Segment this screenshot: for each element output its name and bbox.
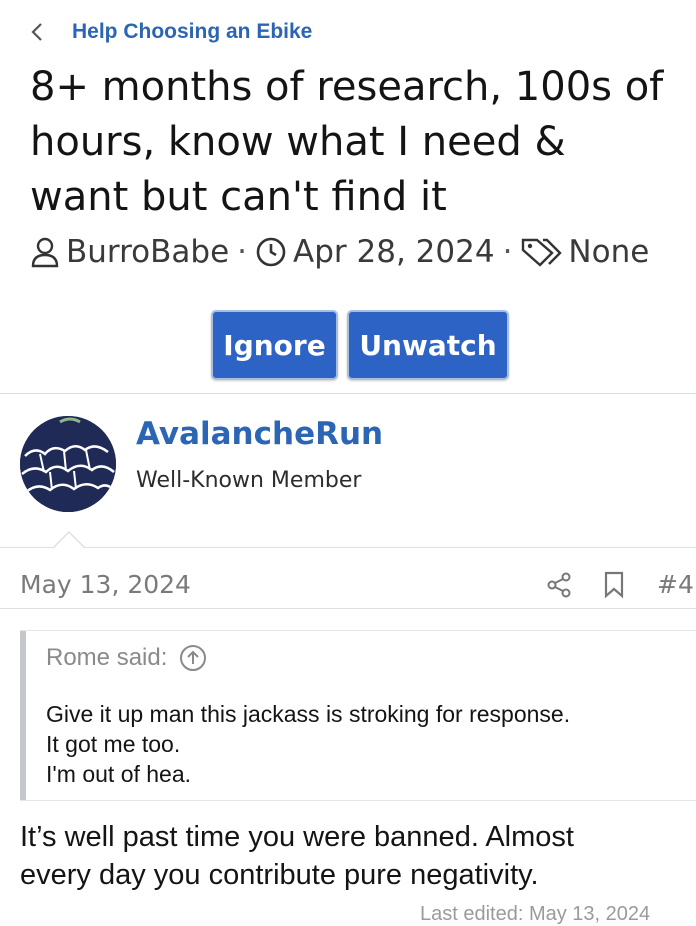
quote-border bbox=[20, 800, 696, 801]
message-arrow-fill bbox=[53, 533, 85, 549]
post-number[interactable]: #41 bbox=[657, 570, 696, 599]
quote-attribution[interactable]: Rome said: bbox=[46, 644, 207, 672]
divider bbox=[0, 393, 696, 394]
unwatch-button[interactable]: Unwatch bbox=[347, 310, 509, 380]
clock-icon bbox=[255, 236, 287, 268]
post-body: It’s well past time you were banned. Alm… bbox=[20, 818, 680, 894]
breadcrumb[interactable]: Help Choosing an Ebike bbox=[30, 18, 312, 46]
meta-separator: · bbox=[502, 234, 513, 270]
quote-text: Give it up man this jackass is stroking … bbox=[46, 699, 570, 789]
user-icon bbox=[30, 236, 60, 268]
quote-line: It got me too. bbox=[46, 731, 181, 757]
breadcrumb-link[interactable]: Help Choosing an Ebike bbox=[72, 20, 312, 44]
arrow-up-circle-icon[interactable] bbox=[179, 644, 207, 672]
quote-line: Give it up man this jackass is stroking … bbox=[46, 701, 571, 727]
thread-author[interactable]: BurroBabe bbox=[66, 234, 229, 270]
ignore-button[interactable]: Ignore bbox=[211, 310, 338, 380]
bookmark-icon[interactable] bbox=[603, 571, 625, 604]
quote-author[interactable]: Rome said: bbox=[46, 644, 167, 672]
chevron-left-icon[interactable] bbox=[30, 18, 52, 46]
user-title: Well-Known Member bbox=[136, 468, 362, 493]
tags-icon bbox=[520, 236, 563, 268]
post-username[interactable]: AvalancheRun bbox=[136, 416, 383, 452]
thread-meta: BurroBabe · Apr 28, 2024 · None bbox=[30, 234, 649, 270]
thread-date[interactable]: Apr 28, 2024 bbox=[293, 234, 495, 270]
quote-line: I'm out of hea. bbox=[46, 761, 192, 787]
divider bbox=[0, 547, 696, 548]
post-body-line: every day you contribute pure negativity… bbox=[20, 859, 539, 891]
avatar[interactable] bbox=[20, 416, 116, 512]
post-date[interactable]: May 13, 2024 bbox=[20, 570, 191, 599]
meta-separator: · bbox=[237, 234, 248, 270]
thread-title: 8+ months of research, 100s of hours, kn… bbox=[30, 64, 664, 220]
divider bbox=[0, 608, 696, 609]
share-icon[interactable] bbox=[546, 572, 572, 603]
thread-tags: None bbox=[568, 234, 650, 270]
post-body-line: It’s well past time you were banned. Alm… bbox=[20, 821, 574, 853]
